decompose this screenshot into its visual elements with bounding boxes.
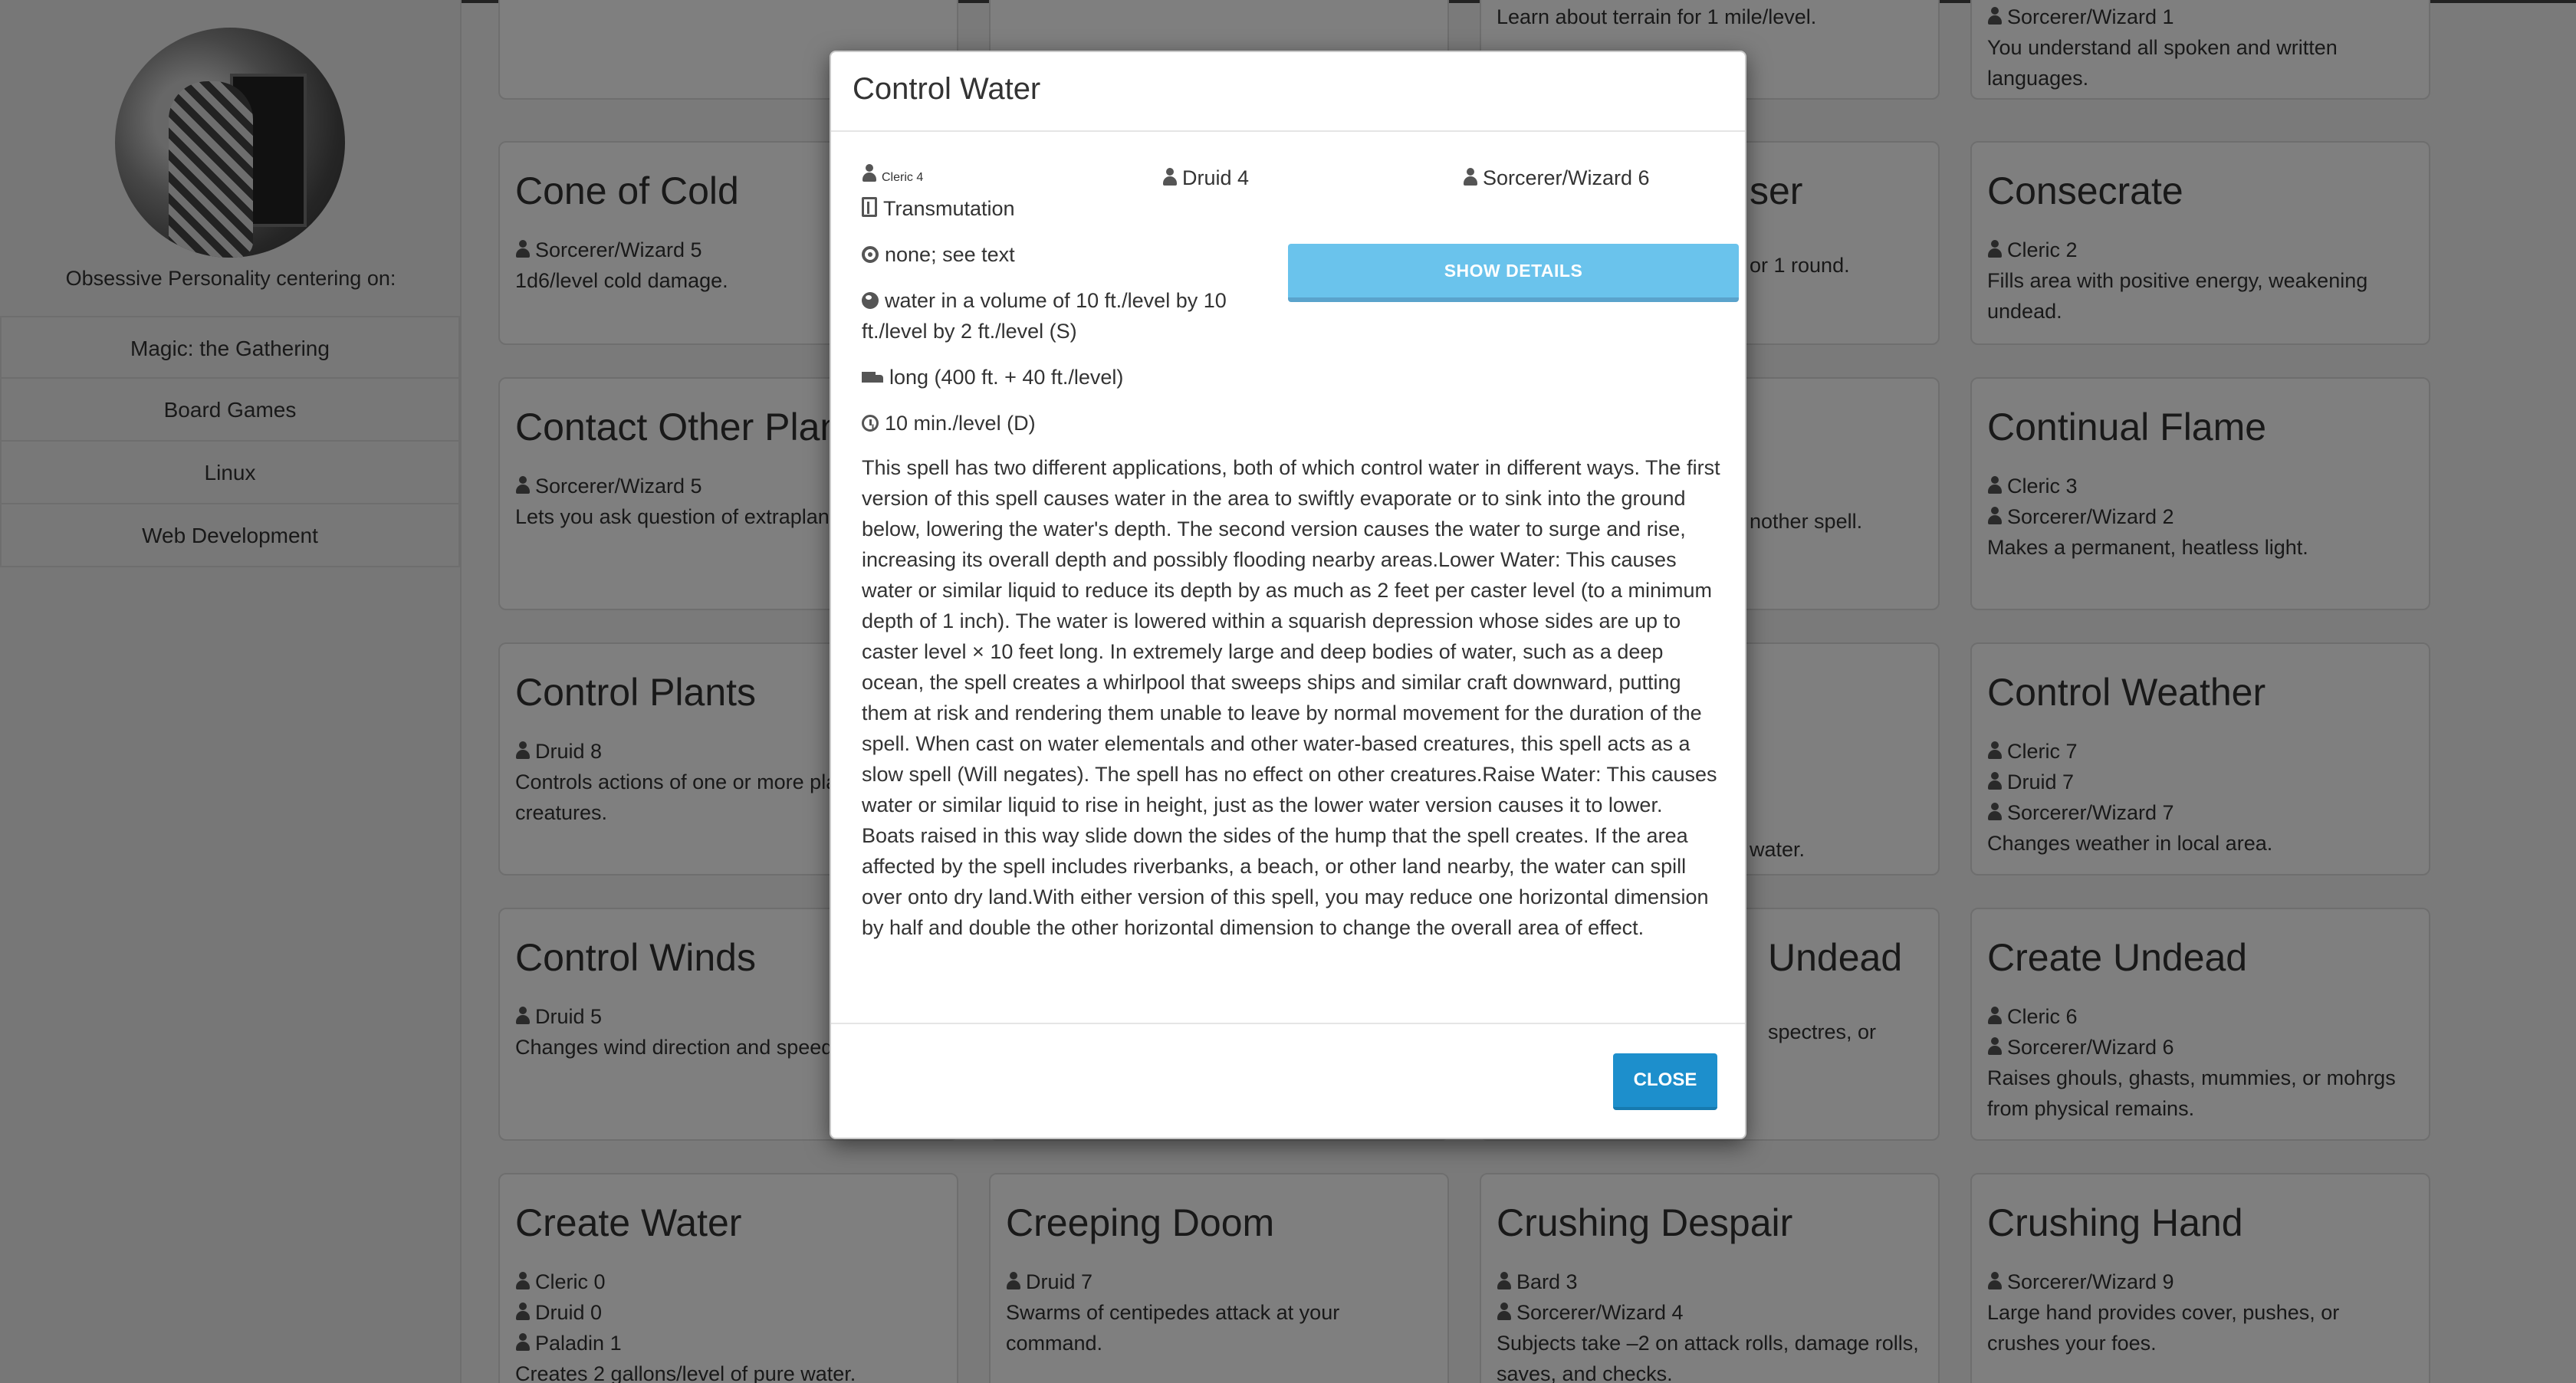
modal-area: water in a volume of 10 ft./level by 10 … [862,289,1227,343]
clock-icon [862,415,879,432]
close-button[interactable]: CLOSE [1613,1053,1717,1110]
modal-class-cleric: Cleric 4 [862,163,923,193]
modal-title: Control Water [853,72,1041,106]
modal-range: long (400 ft. + 40 ft./level) [862,362,1123,393]
spell-modal: Control Water Cleric 4 Druid 4 Sorcerer/… [830,51,1746,1139]
modal-duration: 10 min./level (D) [862,408,1036,439]
modal-header: Control Water [831,52,1745,132]
user-icon [1162,168,1178,186]
modal-school: Transmutation [862,193,1015,224]
truck-icon [862,372,883,386]
globe-icon [862,292,879,309]
modal-class-druid: Druid 4 [1162,163,1249,193]
book-icon [862,197,877,217]
modal-components: none; see text [862,239,1015,270]
user-icon [862,164,877,182]
modal-description: This spell has two different application… [862,456,1720,939]
user-icon [1463,168,1478,186]
life-ring-icon [862,246,879,263]
show-details-button[interactable]: SHOW DETAILS [1288,244,1739,302]
modal-footer [831,1023,1745,1024]
modal-class-sorcerer: Sorcerer/Wizard 6 [1463,163,1650,193]
